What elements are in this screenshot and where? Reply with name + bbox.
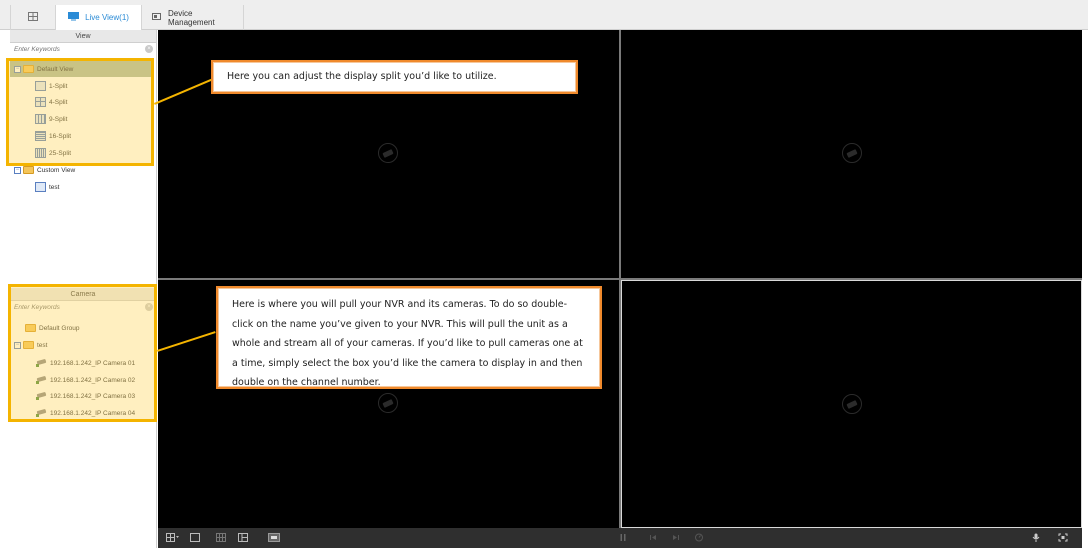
- camera-list-highlight: [8, 284, 157, 422]
- next-frame-icon[interactable]: [671, 533, 681, 542]
- tab-device-management-label: Device Management: [168, 8, 215, 27]
- grid-divider: [158, 278, 1082, 280]
- previous-frame-icon[interactable]: [648, 533, 658, 542]
- custom-view-item-label: test: [49, 183, 60, 191]
- no-video-camera-icon: [842, 394, 862, 414]
- fullscreen-display-icon[interactable]: [268, 533, 280, 542]
- view-search-input[interactable]: [10, 43, 156, 55]
- split-options-highlight: [6, 58, 154, 166]
- custom-view-item[interactable]: test: [35, 179, 59, 195]
- tab-home[interactable]: [10, 5, 56, 30]
- clear-search-icon[interactable]: ×: [145, 45, 153, 53]
- tree-item-label: Custom View: [37, 166, 76, 174]
- split-layout-icon[interactable]: [166, 533, 180, 542]
- top-tab-bar: Live View(1) Device Management: [0, 0, 1088, 30]
- bottom-toolbar: [158, 528, 1082, 548]
- grid-view-icon[interactable]: [216, 533, 226, 542]
- microphone-icon[interactable]: [1031, 533, 1041, 542]
- grid-icon: [28, 12, 38, 23]
- view-panel-header: View: [10, 30, 156, 43]
- folder-icon: [23, 166, 34, 174]
- fullscreen-icon[interactable]: [1058, 533, 1068, 542]
- no-video-camera-icon: [378, 393, 398, 413]
- single-window-icon[interactable]: [190, 533, 200, 542]
- view-search: ×: [10, 43, 156, 55]
- tab-live-view-label: Live View(1): [85, 13, 129, 22]
- video-grid: [158, 30, 1082, 528]
- tab-device-management[interactable]: Device Management: [142, 5, 244, 30]
- no-video-camera-icon: [842, 143, 862, 163]
- device-icon: [152, 12, 162, 23]
- split-callout: Here you can adjust the display split yo…: [211, 60, 578, 94]
- collapse-icon[interactable]: −: [14, 166, 21, 174]
- view-icon: [35, 182, 46, 192]
- nvr-callout: Here is where you will pull your NVR and…: [216, 286, 602, 389]
- video-window-4[interactable]: [621, 280, 1082, 528]
- tab-live-view[interactable]: Live View(1): [56, 5, 142, 30]
- video-window-2[interactable]: [621, 30, 1082, 278]
- monitor-icon: [68, 12, 80, 23]
- no-video-camera-icon: [378, 143, 398, 163]
- pause-icon[interactable]: [618, 533, 628, 542]
- custom-layout-icon[interactable]: [238, 533, 248, 542]
- speed-icon[interactable]: [694, 533, 704, 542]
